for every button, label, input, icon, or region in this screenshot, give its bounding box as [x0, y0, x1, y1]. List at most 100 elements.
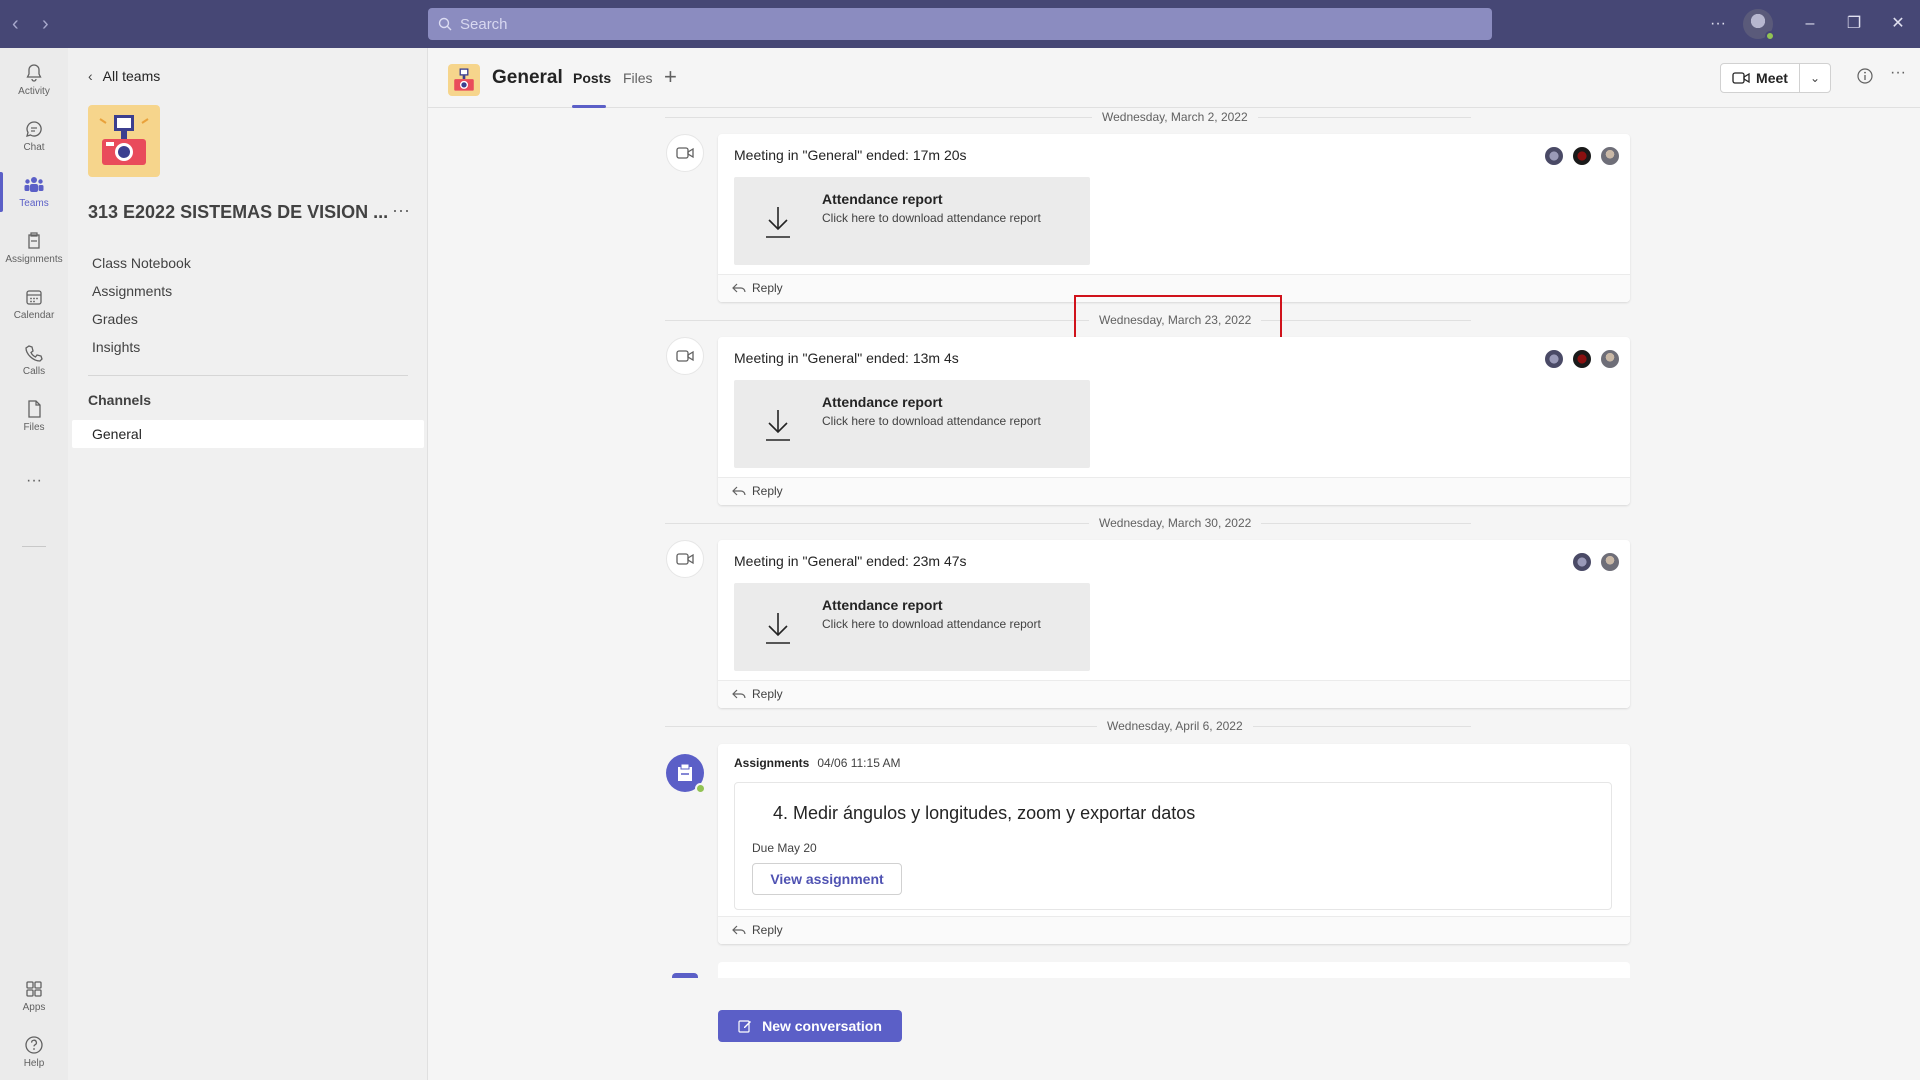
- camera-logo-icon: [99, 115, 149, 165]
- channel-info-icon[interactable]: [1857, 68, 1873, 89]
- restore-icon[interactable]: ❐: [1844, 14, 1864, 34]
- team-more-icon[interactable]: ···: [392, 200, 410, 221]
- reply-button[interactable]: Reply: [732, 923, 783, 937]
- compose-icon: [738, 1020, 752, 1033]
- channel-item-general[interactable]: General: [72, 420, 424, 448]
- avatar[interactable]: [1600, 349, 1620, 369]
- reply-label: Reply: [752, 687, 783, 701]
- team-name: 313 E2022 SISTEMAS DE VISION ...: [88, 202, 389, 222]
- apps-icon: [26, 981, 42, 997]
- date-separator-line: [665, 523, 1471, 524]
- app-rail: Activity Chat Teams Assignments Calendar…: [0, 48, 68, 1080]
- avatar[interactable]: [1600, 552, 1620, 572]
- assignments-bot-avatar[interactable]: [666, 754, 706, 794]
- attendance-subtitle: Click here to download attendance report: [822, 211, 1041, 225]
- nav-grades[interactable]: Grades: [92, 311, 138, 327]
- reply-arrow-icon: [732, 925, 746, 935]
- attendance-subtitle: Click here to download attendance report: [822, 617, 1041, 631]
- all-teams-label: All teams: [102, 68, 161, 84]
- back-arrow-icon[interactable]: ‹: [12, 14, 19, 34]
- rail-label: Apps: [22, 1002, 46, 1013]
- minimize-icon[interactable]: –: [1800, 14, 1820, 34]
- rail-calls[interactable]: Calls: [0, 334, 68, 386]
- attendance-report-card[interactable]: Attendance report Click here to download…: [734, 583, 1090, 671]
- avatar[interactable]: [1572, 349, 1592, 369]
- rail-calendar[interactable]: Calendar: [0, 278, 68, 330]
- rail-label: Files: [23, 422, 45, 433]
- tab-files[interactable]: Files: [623, 70, 653, 86]
- rail-assignments[interactable]: Assignments: [0, 222, 68, 274]
- rail-label: Activity: [18, 86, 50, 97]
- attendance-title: Attendance report: [822, 597, 943, 613]
- reply-row: Reply: [718, 680, 1630, 708]
- reply-button[interactable]: Reply: [732, 687, 783, 701]
- reply-row: Reply: [718, 916, 1630, 944]
- rail-help[interactable]: Help: [0, 1026, 68, 1078]
- nav-assignments[interactable]: Assignments: [92, 283, 172, 299]
- reply-row: Reply: [718, 477, 1630, 505]
- date-separator: Wednesday, March 2, 2022: [1092, 110, 1258, 124]
- meeting-post-icon: [666, 540, 704, 578]
- bell-icon: [26, 64, 42, 82]
- attendance-title: Attendance report: [822, 394, 943, 410]
- avatar[interactable]: [1572, 552, 1592, 572]
- reply-button[interactable]: Reply: [732, 484, 783, 498]
- profile-avatar[interactable]: [1743, 9, 1775, 41]
- attendance-subtitle: Click here to download attendance report: [822, 414, 1041, 428]
- rail-files[interactable]: Files: [0, 390, 68, 442]
- avatar[interactable]: [1600, 146, 1620, 166]
- download-icon: [766, 613, 790, 644]
- phone-icon: [25, 345, 43, 362]
- nav-class-notebook[interactable]: Class Notebook: [92, 255, 191, 271]
- rail-label: Chat: [23, 142, 45, 153]
- reply-label: Reply: [752, 484, 783, 498]
- avatar[interactable]: [1572, 146, 1592, 166]
- download-icon: [766, 410, 790, 441]
- settings-more-icon[interactable]: ···: [1708, 14, 1728, 34]
- highlight-box: [1074, 295, 1282, 340]
- forward-arrow-icon[interactable]: ›: [42, 14, 49, 34]
- rail-label: Teams: [19, 198, 49, 209]
- tab-posts[interactable]: Posts: [573, 70, 611, 86]
- meeting-title: Meeting in "General" ended: 13m 4s: [734, 350, 959, 366]
- post-meta: Assignments 04/06 11:15 AM: [734, 756, 901, 770]
- rail-teams[interactable]: Teams: [0, 166, 68, 218]
- post-author: Assignments: [734, 756, 810, 770]
- date-separator: Wednesday, April 6, 2022: [1097, 719, 1253, 733]
- avatar[interactable]: [1544, 146, 1564, 166]
- meet-button[interactable]: Meet: [1720, 63, 1800, 93]
- rail-chat[interactable]: Chat: [0, 110, 68, 162]
- date-separator-line: [665, 726, 1471, 727]
- channel-more-icon[interactable]: ···: [1890, 64, 1906, 82]
- participant-avatars: [1544, 349, 1620, 369]
- rail-label: Calls: [22, 366, 46, 377]
- help-icon: [25, 1036, 43, 1054]
- reply-button[interactable]: Reply: [732, 281, 783, 295]
- nav-insights[interactable]: Insights: [92, 339, 140, 355]
- close-icon[interactable]: ✕: [1888, 14, 1908, 34]
- search-icon: [438, 17, 452, 31]
- channel-title: General: [492, 67, 563, 88]
- rail-divider: [22, 546, 46, 547]
- panel-divider: [88, 375, 408, 376]
- new-conversation-button[interactable]: New conversation: [718, 1010, 902, 1042]
- date-separator: Wednesday, March 30, 2022: [1089, 516, 1262, 530]
- assignments-icon: [28, 232, 40, 249]
- team-panel: ‹ All teams 313 E2022 SISTEMAS DE VISION…: [68, 48, 428, 1080]
- attendance-report-card[interactable]: Attendance report Click here to download…: [734, 177, 1090, 265]
- rail-more-apps-icon[interactable]: ···: [0, 466, 68, 496]
- assignments-bot-avatar[interactable]: [672, 973, 698, 978]
- meeting-card: Meeting in "General" ended: 13m 4s Atten…: [718, 337, 1630, 505]
- all-teams-link[interactable]: ‹ All teams: [88, 68, 160, 84]
- attendance-report-card[interactable]: Attendance report Click here to download…: [734, 380, 1090, 468]
- rail-label: Calendar: [13, 310, 55, 321]
- add-tab-icon[interactable]: +: [664, 64, 677, 90]
- avatar[interactable]: [1544, 349, 1564, 369]
- rail-activity[interactable]: Activity: [0, 54, 68, 106]
- assignment-due-date: Due May 20: [752, 841, 817, 855]
- camera-logo-icon: [454, 68, 474, 91]
- view-assignment-button[interactable]: View assignment: [752, 863, 902, 895]
- rail-apps[interactable]: Apps: [0, 970, 68, 1022]
- search-input[interactable]: Search: [428, 8, 1492, 40]
- meet-dropdown-chevron-icon[interactable]: ⌄: [1799, 63, 1831, 93]
